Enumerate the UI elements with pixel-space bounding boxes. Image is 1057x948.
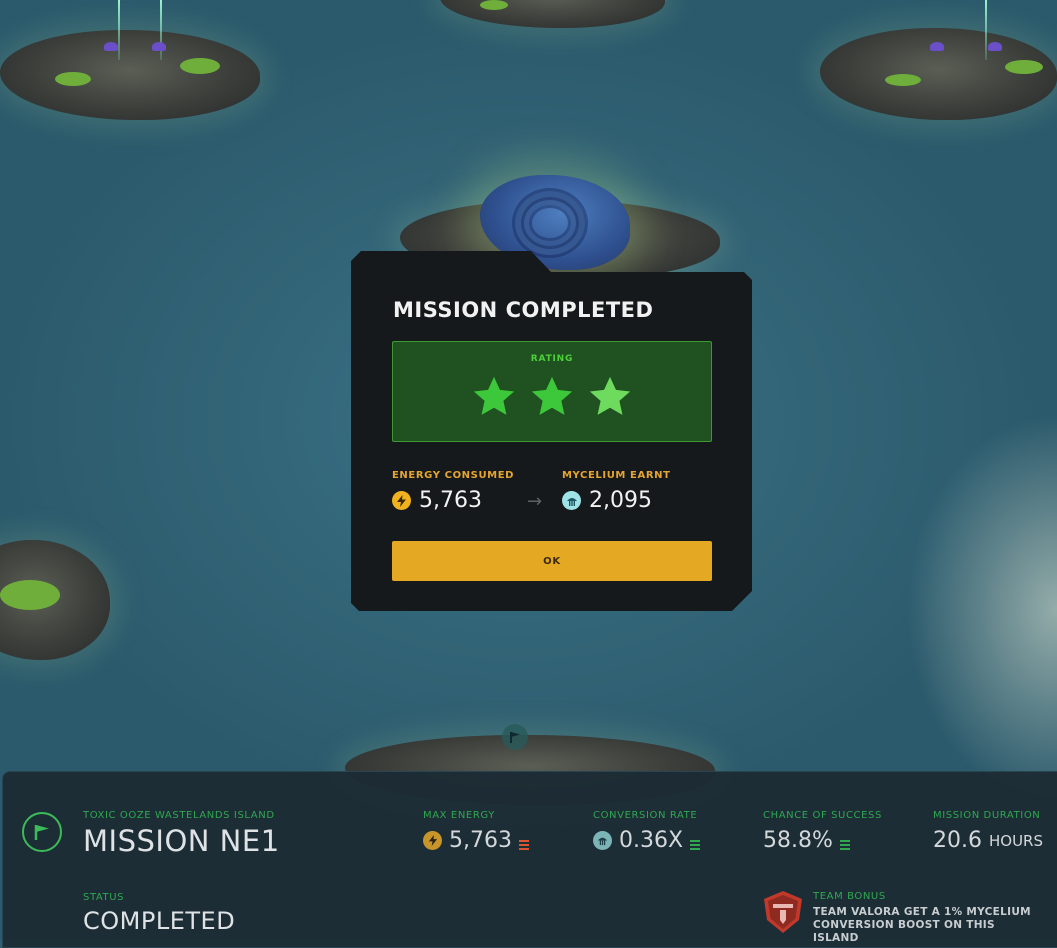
status-value: COMPLETED xyxy=(83,907,236,935)
energy-consumed-value: 5,763 xyxy=(419,488,482,513)
mission-duration: 20.6 HOURS xyxy=(933,828,1043,853)
energy-consumed-label: ENERGY CONSUMED xyxy=(392,470,515,481)
max-energy-value: 5,763 xyxy=(449,828,512,853)
max-energy-label: MAX ENERGY xyxy=(423,810,495,821)
level-bars-icon xyxy=(518,839,529,850)
rating-label: RATING xyxy=(530,354,574,364)
conversion-rate-value: 0.36X xyxy=(619,828,684,853)
team-valora-emblem-icon xyxy=(764,891,802,933)
chance-of-success: 58.8% xyxy=(763,828,850,853)
max-energy: 5,763 xyxy=(423,828,529,853)
island-name: TOXIC OOZE WASTELANDS ISLAND xyxy=(83,810,275,821)
island-top-center[interactable] xyxy=(440,0,665,28)
dialog-title: MISSION COMPLETED xyxy=(393,298,654,322)
mycelium-icon xyxy=(593,831,612,850)
mycelium-earnt-label: MYCELIUM EARNT xyxy=(562,470,671,481)
mycelium-earnt-value: 2,095 xyxy=(589,488,652,513)
mission-info-panel: TOXIC OOZE WASTELANDS ISLAND MISSION NE1… xyxy=(2,771,1057,948)
chance-of-success-value: 58.8% xyxy=(763,828,833,853)
rating-panel: RATING xyxy=(392,341,712,442)
ok-button[interactable]: OK xyxy=(392,541,712,581)
star-icon xyxy=(531,376,573,415)
mycelium-earnt: 2,095 xyxy=(562,488,652,513)
team-bonus-label: TEAM BONUS xyxy=(813,891,886,902)
rating-stars xyxy=(393,374,711,420)
mission-completed-dialog: MISSION COMPLETED RATING ENERGY CONSUMED… xyxy=(351,251,752,611)
level-bars-icon xyxy=(839,839,850,850)
energy-icon xyxy=(423,831,442,850)
star-icon xyxy=(473,376,515,415)
mission-flag-badge xyxy=(22,812,62,852)
mission-name: MISSION NE1 xyxy=(83,824,280,858)
level-bars-icon xyxy=(690,839,701,850)
flag-icon xyxy=(34,825,49,840)
mission-duration-unit: HOURS xyxy=(988,831,1043,850)
island-top-left[interactable] xyxy=(0,30,260,120)
chance-of-success-label: CHANCE OF SUCCESS xyxy=(763,810,882,821)
mycelium-icon xyxy=(562,491,581,510)
star-icon xyxy=(589,376,631,415)
conversion-rate-label: CONVERSION RATE xyxy=(593,810,698,821)
mission-duration-label: MISSION DURATION xyxy=(933,810,1041,821)
status-label: STATUS xyxy=(83,892,125,903)
flag-icon xyxy=(510,732,520,743)
energy-consumed: 5,763 xyxy=(392,488,482,513)
energy-icon xyxy=(392,491,411,510)
mission-flag-marker[interactable] xyxy=(502,724,528,750)
mission-duration-value: 20.6 xyxy=(933,828,982,853)
conversion-rate: 0.36X xyxy=(593,828,701,853)
team-bonus-text: TEAM VALORA GET A 1% MYCELIUM CONVERSION… xyxy=(813,906,1031,944)
arrow-right-icon: → xyxy=(527,491,543,512)
